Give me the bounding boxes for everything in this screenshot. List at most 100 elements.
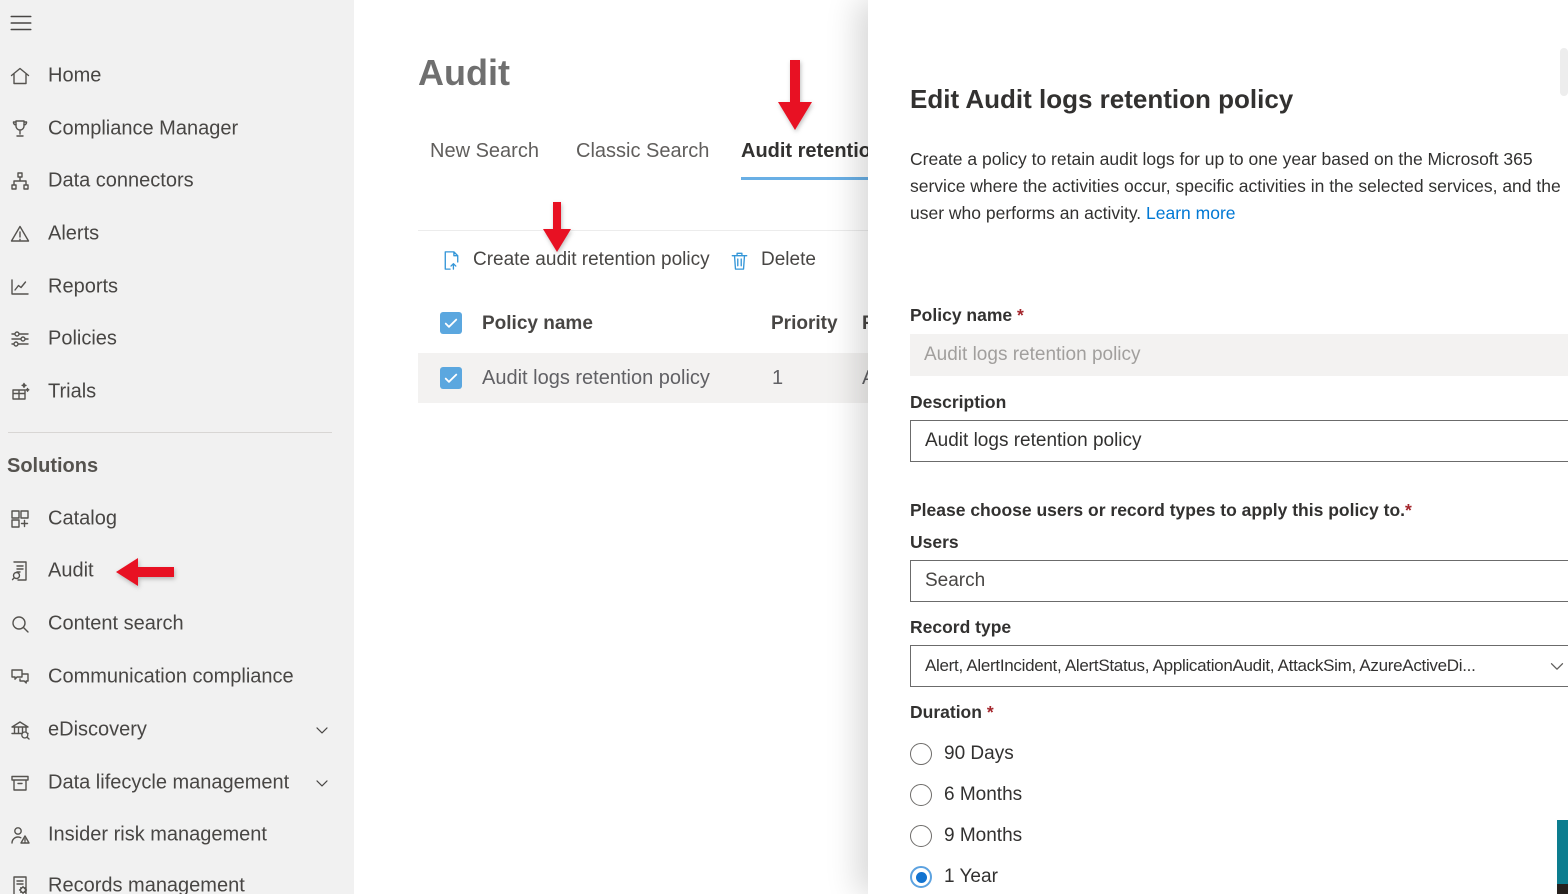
check-icon bbox=[442, 314, 460, 332]
tab-classic-search[interactable]: Classic Search bbox=[576, 140, 709, 163]
page-title: Audit bbox=[418, 52, 510, 93]
tab-new-search[interactable]: New Search bbox=[430, 140, 539, 163]
sidebar-item-label: Audit bbox=[48, 559, 94, 582]
screen: Home Compliance Manager Data connectors … bbox=[0, 0, 1568, 894]
scrollbar-thumb[interactable] bbox=[1560, 48, 1568, 96]
sidebar-item-ediscovery[interactable]: eDiscovery bbox=[0, 710, 354, 750]
radio-circle bbox=[910, 825, 932, 847]
sliders-icon bbox=[8, 327, 32, 351]
hamburger-menu-icon[interactable] bbox=[8, 10, 34, 36]
trophy-icon bbox=[8, 117, 32, 141]
sidebar-item-alerts[interactable]: Alerts bbox=[0, 214, 354, 254]
policy-name-field: Audit logs retention policy bbox=[910, 334, 1568, 376]
annotation-arrow-left-audit bbox=[116, 558, 174, 586]
check-icon bbox=[442, 369, 460, 387]
chat-icon bbox=[8, 665, 32, 689]
sidebar-item-label: Home bbox=[48, 64, 102, 87]
sidebar-item-content-search[interactable]: Content search bbox=[0, 604, 354, 644]
alert-icon bbox=[8, 222, 32, 246]
home-icon bbox=[8, 64, 32, 88]
column-header-priority[interactable]: Priority bbox=[771, 313, 838, 335]
record-type-dropdown[interactable]: Alert, AlertIncident, AlertStatus, Appli… bbox=[910, 645, 1568, 687]
sidebar-item-home[interactable]: Home bbox=[0, 56, 354, 96]
catalog-icon bbox=[8, 507, 32, 531]
search-icon bbox=[8, 612, 32, 636]
required-asterisk: * bbox=[1017, 305, 1024, 325]
sidebar: Home Compliance Manager Data connectors … bbox=[0, 0, 354, 894]
description-field[interactable]: Audit logs retention policy bbox=[910, 420, 1568, 462]
sidebar-item-insider-risk-management[interactable]: Insider risk management bbox=[0, 815, 354, 855]
create-policy-icon bbox=[440, 249, 463, 272]
delete-button[interactable]: Delete bbox=[728, 248, 838, 276]
delete-button-label: Delete bbox=[761, 249, 816, 270]
sidebar-item-label: Content search bbox=[48, 612, 184, 635]
cell-priority: 1 bbox=[772, 367, 784, 389]
teal-edge-bar-end bbox=[1557, 884, 1568, 894]
sidebar-item-label: Trials bbox=[48, 380, 97, 403]
radio-circle bbox=[910, 866, 932, 888]
sidebar-item-label: eDiscovery bbox=[48, 718, 147, 741]
radio-label: 1 Year bbox=[944, 866, 998, 887]
sidebar-item-compliance-manager[interactable]: Compliance Manager bbox=[0, 109, 354, 149]
sidebar-item-label: Reports bbox=[48, 275, 119, 298]
sidebar-item-data-lifecycle-management[interactable]: Data lifecycle management bbox=[0, 763, 354, 803]
required-asterisk: * bbox=[986, 702, 994, 722]
teal-edge-bar bbox=[1557, 820, 1568, 884]
sidebar-item-data-connectors[interactable]: Data connectors bbox=[0, 161, 354, 201]
sidebar-item-label: Policies bbox=[48, 327, 117, 350]
solutions-section-header: Solutions bbox=[7, 455, 99, 477]
sidebar-item-label: Records management bbox=[48, 874, 245, 894]
bank-icon bbox=[8, 718, 32, 742]
record-type-label: Record type bbox=[910, 617, 1012, 637]
policy-name-label: Policy name * bbox=[910, 305, 1024, 325]
row-checkbox[interactable] bbox=[440, 367, 462, 389]
sidebar-item-label: Alerts bbox=[48, 222, 100, 245]
annotation-arrow-down-create bbox=[543, 202, 571, 252]
sidebar-item-label: Compliance Manager bbox=[48, 117, 239, 140]
panel-title: Edit Audit logs retention policy bbox=[910, 84, 1294, 114]
connectors-icon bbox=[8, 169, 32, 193]
sidebar-item-reports[interactable]: Reports bbox=[0, 267, 354, 307]
create-audit-retention-policy-button[interactable]: Create audit retention policy bbox=[440, 248, 750, 276]
radio-label: 6 Months bbox=[944, 784, 1023, 805]
audit-icon bbox=[8, 559, 32, 583]
sidebar-item-records-management[interactable]: Records management bbox=[0, 866, 354, 894]
radio-label: 90 Days bbox=[944, 743, 1014, 764]
chevron-down-icon[interactable] bbox=[312, 720, 332, 740]
tab-audit-retention[interactable]: Audit retention bbox=[741, 140, 883, 163]
radio-circle bbox=[910, 743, 932, 765]
person-warning-icon bbox=[8, 823, 32, 847]
choose-users-record-types-label: Please choose users or record types to a… bbox=[910, 500, 1412, 520]
sidebar-item-catalog[interactable]: Catalog bbox=[0, 499, 354, 539]
reports-icon bbox=[8, 275, 32, 299]
description-label: Description bbox=[910, 392, 1007, 412]
radio-label: 9 Months bbox=[944, 825, 1023, 846]
archive-icon bbox=[8, 771, 32, 795]
create-button-label: Create audit retention policy bbox=[473, 249, 710, 270]
required-asterisk: * bbox=[1405, 500, 1412, 520]
sidebar-item-label: Insider risk management bbox=[48, 823, 267, 846]
toolbar-separator bbox=[418, 230, 878, 231]
sidebar-item-communication-compliance[interactable]: Communication compliance bbox=[0, 657, 354, 697]
sidebar-item-label: Data connectors bbox=[48, 169, 194, 192]
header-checkbox[interactable] bbox=[440, 312, 462, 334]
sidebar-divider bbox=[8, 432, 332, 433]
panel-description: Create a policy to retain audit logs for… bbox=[910, 146, 1568, 227]
radio-circle bbox=[910, 784, 932, 806]
users-label: Users bbox=[910, 532, 959, 552]
annotation-arrow-down-tab bbox=[778, 60, 812, 130]
sidebar-item-trials[interactable]: Trials bbox=[0, 372, 354, 412]
trash-icon bbox=[728, 249, 751, 272]
sidebar-item-policies[interactable]: Policies bbox=[0, 319, 354, 359]
active-tab-underline bbox=[741, 177, 871, 180]
learn-more-link[interactable]: Learn more bbox=[1146, 203, 1236, 223]
users-search-input[interactable] bbox=[910, 560, 1568, 602]
trials-icon bbox=[8, 380, 32, 404]
sidebar-item-audit[interactable]: Audit bbox=[0, 551, 354, 591]
chevron-down-icon[interactable] bbox=[312, 773, 332, 793]
duration-label: Duration * bbox=[910, 702, 994, 722]
sidebar-item-label: Catalog bbox=[48, 507, 117, 530]
chevron-down-icon[interactable] bbox=[1546, 655, 1568, 677]
sidebar-item-label: Communication compliance bbox=[48, 665, 294, 688]
column-header-policy-name[interactable]: Policy name bbox=[482, 313, 593, 335]
